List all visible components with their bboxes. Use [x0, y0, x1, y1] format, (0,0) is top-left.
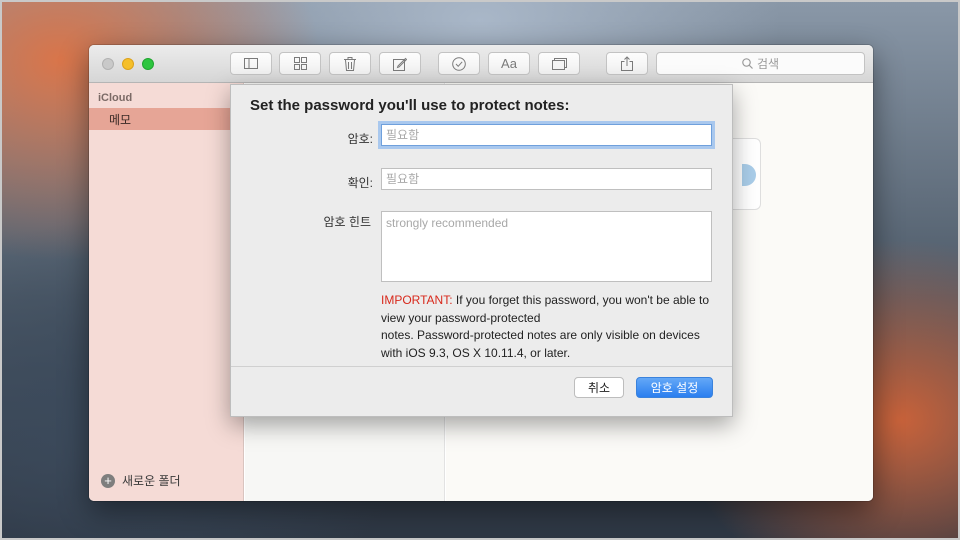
checklist-button[interactable]: [438, 52, 480, 75]
set-password-button[interactable]: 암호 설정: [636, 377, 713, 398]
set-password-dialog: Set the password you'll use to protect n…: [230, 84, 733, 417]
verify-label: 확인:: [347, 176, 373, 190]
minimize-window-button[interactable]: [122, 58, 134, 70]
search-icon: [742, 58, 753, 69]
format-button[interactable]: Aa: [488, 52, 530, 75]
table-button[interactable]: [538, 52, 580, 75]
important-line2: notes. Password-protected notes are only…: [381, 328, 700, 360]
cancel-button[interactable]: 취소: [574, 377, 624, 398]
new-folder-button[interactable]: + 새로운 폴더: [101, 472, 181, 489]
zoom-window-button[interactable]: [142, 58, 154, 70]
delete-button[interactable]: [329, 52, 371, 75]
sidebar-item-notes[interactable]: 메모: [89, 108, 243, 130]
table-icon: [551, 57, 567, 70]
hint-textarea[interactable]: [381, 211, 712, 282]
attachments-button[interactable]: [279, 52, 321, 75]
new-folder-label: 새로운 폴더: [122, 474, 181, 488]
dialog-title: Set the password you'll use to protect n…: [250, 97, 570, 114]
share-button[interactable]: [606, 52, 648, 75]
folder-sidebar: iCloud 메모 + 새로운 폴더: [89, 83, 244, 501]
verify-input[interactable]: [381, 168, 712, 190]
password-input[interactable]: [381, 124, 712, 146]
sidebar-icon: [244, 58, 258, 69]
dialog-divider: [231, 366, 732, 367]
locked-note-card: [731, 138, 761, 210]
important-notice: IMPORTANT: If you forget this password, …: [381, 292, 716, 362]
sidebar-item-label: 메모: [109, 112, 132, 127]
password-label: 암호:: [347, 132, 373, 146]
trash-icon: [344, 56, 356, 71]
compose-button[interactable]: [379, 52, 421, 75]
plus-circle-icon: +: [101, 473, 115, 488]
checkmark-circle-icon: [452, 56, 466, 71]
sidebar-toggle-button[interactable]: [230, 52, 272, 75]
search-field[interactable]: 검색: [656, 52, 865, 75]
grid-icon: [293, 57, 307, 70]
sidebar-account-header: iCloud: [98, 92, 133, 104]
important-prefix: IMPORTANT:: [381, 293, 453, 307]
toolbar: Aa 검색: [89, 45, 873, 83]
close-window-button[interactable]: [102, 58, 114, 70]
format-label: Aa: [501, 56, 517, 71]
share-icon: [621, 56, 633, 71]
compose-icon: [393, 57, 407, 71]
search-placeholder: 검색: [756, 57, 780, 71]
lock-badge-icon: [742, 164, 756, 186]
hint-label: 암호 힌트: [323, 215, 372, 229]
